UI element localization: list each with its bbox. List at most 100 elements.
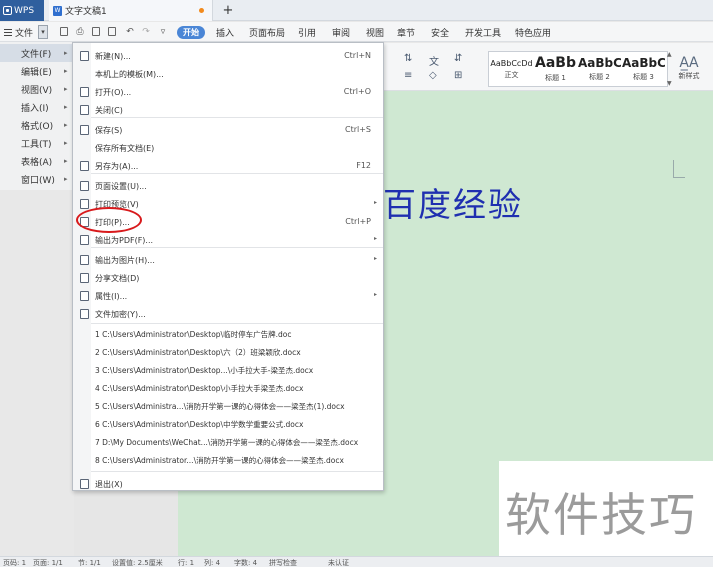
tab-developer[interactable]: 开发工具	[465, 25, 501, 39]
recent-file-item[interactable]: 3 C:\Users\Administrator\Desktop...\小手拉大…	[95, 365, 313, 376]
customize-arrow-icon[interactable]: ▿	[158, 26, 168, 37]
recent-file-item[interactable]: 8 C:\Users\Administrator...\消防开学第一课的心得体会…	[95, 455, 344, 466]
menu-separator	[91, 117, 383, 118]
title-bar: WPS W 文字文稿1 +	[0, 0, 713, 21]
status-spell-check[interactable]: 拼写检查	[269, 558, 297, 567]
menu-item-properties[interactable]: 属性(I)... ▸	[73, 287, 383, 305]
classic-menu-label: 窗口(W)	[21, 175, 55, 186]
align-icon[interactable]: ≡	[404, 70, 412, 81]
menu-item-new[interactable]: 新建(N)... Ctrl+N	[73, 47, 383, 65]
recent-file-item[interactable]: 7 D:\My Documents\WeChat...\消防开学第一课的心得体会…	[95, 437, 358, 448]
tab-page-layout[interactable]: 页面布局	[249, 25, 285, 39]
style-preview: AaBbCcDd	[490, 58, 533, 68]
menu-item-shortcut: Ctrl+P	[345, 217, 371, 226]
scroll-up-icon[interactable]: ▲	[667, 51, 673, 58]
sort-icon[interactable]: ⇵	[454, 53, 462, 64]
menu-item-save[interactable]: 保存(S) Ctrl+S	[73, 121, 383, 139]
redo-icon[interactable]: ↷	[141, 26, 151, 37]
undo-icon[interactable]: ↶	[125, 26, 135, 37]
document-body-text[interactable]: 百度经验	[383, 178, 523, 226]
tab-security[interactable]: 安全	[431, 25, 449, 39]
chinese-layout-icon[interactable]: 文	[429, 53, 439, 68]
classic-menu-file[interactable]: 文件(F) ▸	[0, 44, 74, 62]
recent-file-item[interactable]: 5 C:\Users\Administra...\消防开学第一课的心得体会——梁…	[95, 401, 345, 412]
save-icon	[80, 125, 89, 135]
border-icon[interactable]: ⊞	[454, 70, 462, 81]
shading-icon[interactable]: ◇	[429, 70, 437, 81]
classic-menu-label: 文件(F)	[21, 49, 52, 60]
wps-app-tab[interactable]: WPS	[0, 0, 44, 21]
style-gallery: AaBbCcDd 正文 AaBb 标题 1 AaBbC 标题 2 AaBbC 标题 3	[488, 51, 668, 87]
status-page-count: 页面: 1/1	[33, 559, 63, 567]
classic-menu-window[interactable]: 窗口(W) ▸	[0, 170, 74, 188]
menu-item-export-image[interactable]: 输出为图片(H)... ▸	[73, 251, 383, 269]
file-menu-label: 文件	[15, 28, 34, 39]
classic-menu-insert[interactable]: 插入(I) ▸	[0, 98, 74, 116]
new-style-button[interactable]: A̲A 新样式	[674, 55, 704, 87]
save-icon[interactable]	[60, 27, 68, 36]
tab-insert[interactable]: 插入	[216, 25, 234, 39]
classic-menu-edit[interactable]: 编辑(E) ▸	[0, 62, 74, 80]
classic-menu-table[interactable]: 表格(A) ▸	[0, 152, 74, 170]
style-heading-1[interactable]: AaBb 标题 1	[534, 52, 577, 86]
classic-menu: 文件(F) ▸ 编辑(E) ▸ 视图(V) ▸ 插入(I) ▸ 格式(O) ▸ 工具(T) ▸ 表格(A…	[0, 42, 74, 190]
recent-file-item[interactable]: 1 C:\Users\Administrator\Desktop\临时停车广告牌…	[95, 329, 291, 340]
classic-menu-label: 插入(I)	[21, 103, 49, 114]
close-icon	[80, 105, 89, 115]
file-dropdown-arrow-icon[interactable]: ▾	[38, 25, 48, 39]
tab-view[interactable]: 视图	[366, 25, 384, 39]
new-icon	[80, 51, 89, 61]
submenu-arrow-icon: ▸	[64, 67, 68, 75]
tab-review[interactable]: 审阅	[332, 25, 350, 39]
file-menu-button[interactable]: 文件	[2, 24, 35, 40]
menu-item-encrypt-file[interactable]: 文件加密(Y)...	[73, 305, 383, 323]
save-as-icon	[80, 161, 89, 171]
menu-separator	[91, 173, 383, 174]
page-setup-icon	[80, 181, 89, 191]
new-tab-button[interactable]: +	[221, 2, 235, 18]
recent-file-item[interactable]: 4 C:\Users\Administrator\Desktop\小手拉大手梁圣…	[95, 383, 303, 394]
menu-item-label: 打开(O)...	[95, 88, 132, 97]
wps-window: { "titlebar": { "app_tab": "WPS", "doc_t…	[0, 0, 713, 567]
scroll-down-icon[interactable]: ▼	[667, 80, 673, 87]
menu-item-share-document[interactable]: 分享文档(D)	[73, 269, 383, 287]
recent-file-item[interactable]: 6 C:\Users\Administrator\Desktop\中学数学重要公…	[95, 419, 303, 430]
menu-item-page-setup[interactable]: 页面设置(U)...	[73, 177, 383, 195]
line-spacing-icon[interactable]: ⇅	[404, 53, 412, 64]
submenu-arrow-icon: ▸	[64, 139, 68, 147]
tab-start[interactable]: 开始	[177, 26, 205, 39]
menu-separator	[91, 247, 383, 248]
export-icon[interactable]	[108, 27, 116, 36]
style-heading-3[interactable]: AaBbC 标题 3	[622, 52, 665, 86]
encrypt-file-icon	[80, 309, 89, 319]
tab-features[interactable]: 特色应用	[515, 25, 551, 39]
wps-app-label: WPS	[14, 5, 35, 16]
tab-chapter[interactable]: 章节	[397, 25, 415, 39]
menu-item-local-templates[interactable]: 本机上的模板(M)...	[73, 65, 383, 83]
status-certification[interactable]: 未认证	[328, 558, 349, 567]
submenu-arrow-icon: ▸	[64, 121, 68, 129]
menu-item-save-all[interactable]: 保存所有文档(E)	[73, 139, 383, 157]
menu-item-exit[interactable]: 退出(X)	[73, 475, 383, 493]
wps-logo-icon	[3, 6, 12, 15]
submenu-arrow-icon: ▸	[64, 49, 68, 57]
classic-menu-label: 工具(T)	[21, 139, 52, 150]
exit-icon	[80, 479, 89, 489]
menu-item-label: 退出(X)	[95, 480, 123, 489]
style-gallery-scroll[interactable]: ▲ ▼	[667, 51, 673, 87]
style-heading-2[interactable]: AaBbC 标题 2	[578, 52, 621, 86]
open-icon	[80, 87, 89, 97]
document-icon: W	[53, 5, 62, 16]
status-setting-value: 设置值: 2.5厘米	[112, 559, 163, 567]
document-tab[interactable]: W 文字文稿1	[49, 0, 213, 21]
recent-file-item[interactable]: 2 C:\Users\Administrator\Desktop\六（2）班梁颖…	[95, 347, 301, 358]
classic-menu-tools[interactable]: 工具(T) ▸	[0, 134, 74, 152]
print-preview-icon[interactable]: ⎙	[75, 26, 85, 37]
status-column: 列: 4	[204, 559, 221, 567]
tab-references[interactable]: 引用	[298, 25, 316, 39]
classic-menu-format[interactable]: 格式(O) ▸	[0, 116, 74, 134]
style-normal[interactable]: AaBbCcDd 正文	[490, 52, 533, 86]
print-icon[interactable]	[92, 27, 100, 36]
menu-item-open[interactable]: 打开(O)... Ctrl+O	[73, 83, 383, 101]
classic-menu-view[interactable]: 视图(V) ▸	[0, 80, 74, 98]
